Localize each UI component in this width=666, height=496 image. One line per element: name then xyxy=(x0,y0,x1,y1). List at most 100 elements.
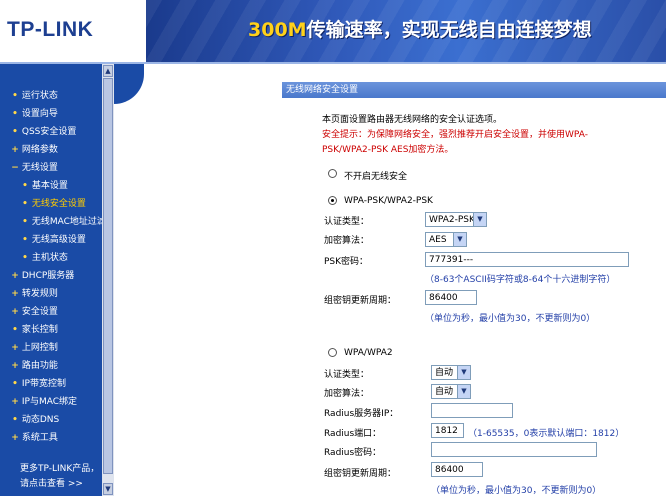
radius-password-label: Radius密码： xyxy=(324,448,382,458)
expand-icon: + xyxy=(11,145,19,155)
expand-icon: + xyxy=(11,289,19,299)
group-key-renew-input[interactable]: 86400 xyxy=(425,290,477,305)
radio-wpa-psk[interactable] xyxy=(328,196,337,205)
wireless-security-panel: 无线网络安全设置 本页面设置路由器无线网络的安全认证选项。 安全提示：为保障网络… xyxy=(282,82,666,496)
sidebar-item-label: 家长控制 xyxy=(21,325,58,335)
sidebar-item-status[interactable]: • 运行状态 xyxy=(11,87,58,105)
security-tip-line1: 安全提示：为保障网络安全，强烈推荐开启安全设置，并使用WPA- xyxy=(322,130,588,140)
sidebar-item-label: 上网控制 xyxy=(21,343,58,353)
sidebar-menu: • 运行状态 • 设置向导 • QSS安全设置 + 网络参数 − 无线设置 • … xyxy=(0,64,102,496)
group-key-renew-label: 组密钥更新周期： xyxy=(324,296,397,306)
sidebar-item-routing[interactable]: + 路由功能 xyxy=(11,357,58,375)
group-key-renew-2-input[interactable]: 86400 xyxy=(431,462,483,477)
bullet-icon: • xyxy=(12,91,18,101)
group-key-renew-value: 86400 xyxy=(429,293,458,303)
radius-port-input[interactable]: 1812 xyxy=(431,423,464,438)
chevron-down-icon[interactable]: ▼ xyxy=(457,385,470,398)
radius-port-value: 1812 xyxy=(435,426,458,436)
expand-icon: + xyxy=(11,343,19,353)
sidebar-item-label: DHCP服务器 xyxy=(21,271,75,281)
sidebar-item-parental[interactable]: • 家长控制 xyxy=(11,321,58,339)
expand-icon: + xyxy=(11,397,19,407)
psk-password-input[interactable]: 777391--- xyxy=(425,252,629,267)
wpa-psk-label: WPA-PSK/WPA2-PSK xyxy=(344,196,433,206)
auth-type-select[interactable]: WPA2-PSK ▼ xyxy=(425,212,487,227)
sidebar-item-ip-mac-binding[interactable]: + IP与MAC绑定 xyxy=(11,393,77,411)
sidebar-item-network[interactable]: + 网络参数 xyxy=(11,141,58,159)
radius-port-hint: （1-65535，0表示默认端口：1812） xyxy=(468,429,625,439)
scroll-up-icon[interactable]: ▲ xyxy=(103,65,113,77)
auth-type-2-select[interactable]: 自动 ▼ xyxy=(431,365,471,380)
psk-password-label: PSK密码： xyxy=(324,257,369,267)
group-key-renew-hint: （单位为秒，最小值为30，不更新则为0） xyxy=(425,314,596,324)
bullet-icon: • xyxy=(12,379,18,389)
expand-icon: + xyxy=(11,271,19,281)
sidebar-item-label: 转发规则 xyxy=(21,289,58,299)
auth-type-label: 认证类型： xyxy=(324,217,370,227)
sidebar-item-dhcp[interactable]: + DHCP服务器 xyxy=(11,267,74,285)
header-banner: 300M传输速率，实现无线自由连接梦想 xyxy=(146,0,666,62)
expand-icon: + xyxy=(11,361,19,371)
sidebar-subitem-advanced[interactable]: • 无线高级设置 xyxy=(21,231,86,249)
encryption-label: 加密算法： xyxy=(324,236,370,246)
bullet-icon: • xyxy=(12,325,18,335)
encryption-2-label: 加密算法： xyxy=(324,389,370,399)
sidebar-item-label: 设置向导 xyxy=(21,109,58,119)
sidebar-item-label: IP带宽控制 xyxy=(21,379,66,389)
radius-password-input[interactable] xyxy=(431,442,597,457)
sidebar-item-wizard[interactable]: • 设置向导 xyxy=(11,105,58,123)
group-key-renew-2-label: 组密钥更新周期： xyxy=(324,469,397,479)
sidebar-item-qss[interactable]: • QSS安全设置 xyxy=(11,123,76,141)
radio-disable-security[interactable] xyxy=(328,169,337,178)
sidebar-item-label: 路由功能 xyxy=(21,361,58,371)
sidebar-item-access-control[interactable]: + 上网控制 xyxy=(11,339,58,357)
slogan-text: 传输速率，实现无线自由连接梦想 xyxy=(306,19,592,41)
chevron-down-icon[interactable]: ▼ xyxy=(457,366,470,379)
sidebar-subitem-wireless-security[interactable]: • 无线安全设置 xyxy=(21,195,86,213)
scrollbar-thumb[interactable] xyxy=(103,78,113,474)
more-products-link[interactable]: 更多TP-LINK产品， xyxy=(20,462,99,476)
bullet-icon: • xyxy=(22,217,28,227)
bullet-icon: • xyxy=(12,109,18,119)
psk-password-value: 777391--- xyxy=(429,255,474,265)
sidebar-item-security[interactable]: + 安全设置 xyxy=(11,303,58,321)
radius-ip-label: Radius服务器IP： xyxy=(324,409,399,419)
psk-hint: （8-63个ASCII码字符或8-64个十六进制字符） xyxy=(425,275,616,285)
intro-text: 本页面设置路由器无线网络的安全认证选项。 xyxy=(322,115,503,125)
encryption-2-value: 自动 xyxy=(435,387,454,397)
bullet-icon: • xyxy=(12,127,18,137)
sidebar-item-label: 无线MAC地址过滤 xyxy=(31,217,102,227)
bullet-icon: • xyxy=(22,253,28,263)
scroll-down-icon[interactable]: ▼ xyxy=(103,483,113,495)
encryption-2-select[interactable]: 自动 ▼ xyxy=(431,384,471,399)
sidebar-item-label: QSS安全设置 xyxy=(21,127,77,137)
header-slogan: 300M传输速率，实现无线自由连接梦想 xyxy=(248,15,592,42)
slogan-highlight: 300M xyxy=(248,19,307,41)
sidebar-scrollbar[interactable]: ▲ ▼ xyxy=(102,64,114,496)
sidebar-subitem-host-status[interactable]: • 主机状态 xyxy=(21,249,68,267)
encryption-select[interactable]: AES ▼ xyxy=(425,232,467,247)
group-key-renew-2-hint: （单位为秒，最小值为30，不更新则为0） xyxy=(431,486,602,496)
header: TP-LINK 300M传输速率，实现无线自由连接梦想 xyxy=(0,0,666,64)
sidebar-item-forwarding[interactable]: + 转发规则 xyxy=(11,285,58,303)
radius-ip-input[interactable] xyxy=(431,403,513,418)
sidebar-item-ddns[interactable]: • 动态DNS xyxy=(11,411,59,429)
collapse-icon: − xyxy=(11,163,19,173)
sidebar-item-label: 无线安全设置 xyxy=(31,199,86,209)
sidebar-item-label: 运行状态 xyxy=(21,91,58,101)
sidebar-item-system-tools[interactable]: + 系统工具 xyxy=(11,429,58,447)
more-products-view-link[interactable]: 请点击查看 >> xyxy=(20,477,83,491)
radio-wpa-enterprise[interactable] xyxy=(328,348,337,357)
sidebar-subitem-mac-filter[interactable]: • 无线MAC地址过滤 xyxy=(21,213,102,231)
content-background xyxy=(114,64,284,496)
chevron-down-icon[interactable]: ▼ xyxy=(473,213,486,226)
encryption-value: AES xyxy=(429,235,447,245)
auth-type-2-label: 认证类型： xyxy=(324,370,370,380)
chevron-down-icon[interactable]: ▼ xyxy=(453,233,466,246)
sidebar-subitem-basic[interactable]: • 基本设置 xyxy=(21,177,68,195)
sidebar-item-bandwidth[interactable]: • IP带宽控制 xyxy=(11,375,66,393)
expand-icon: + xyxy=(11,307,19,317)
security-tip-line2: PSK/WPA2-PSK AES加密方法。 xyxy=(322,145,454,155)
sidebar-item-wireless[interactable]: − 无线设置 xyxy=(11,159,58,177)
expand-icon: + xyxy=(11,433,19,443)
